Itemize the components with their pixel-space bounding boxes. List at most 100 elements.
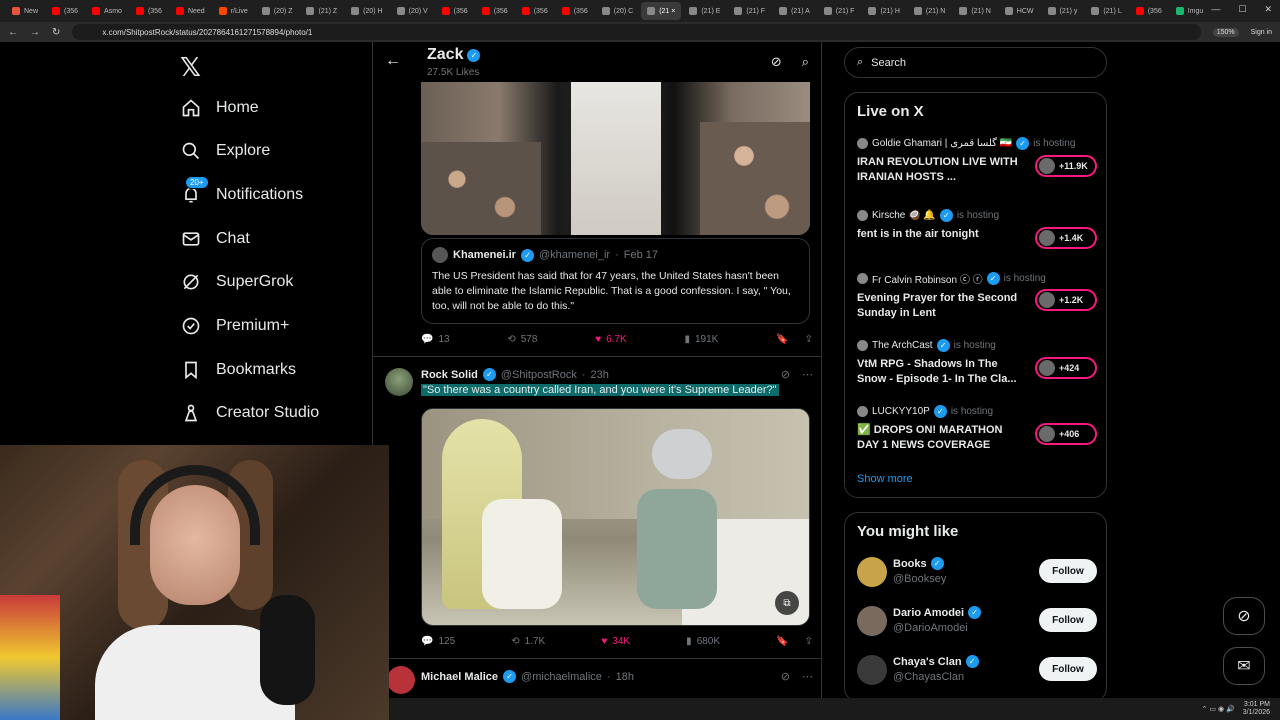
reply-button[interactable]: 💬 125 xyxy=(421,636,455,647)
browser-tab[interactable]: (21) H xyxy=(862,2,905,20)
live-listener-pill[interactable]: +11.9K xyxy=(1035,155,1097,177)
live-item[interactable]: LUCKYY10P ✓ is hosting ✅ DROPS ON! MARATHON… xyxy=(857,405,1097,453)
nav-item-chat[interactable]: Chat xyxy=(180,228,250,250)
author-name[interactable]: Michael Malice xyxy=(421,671,498,683)
browser-tab[interactable]: (356 xyxy=(436,2,474,20)
browser-tab[interactable]: (356 xyxy=(130,2,168,20)
browser-tab[interactable]: r/Live xyxy=(213,2,254,20)
browser-tab[interactable]: (20) C xyxy=(596,2,639,20)
browser-tab[interactable]: New xyxy=(6,2,44,20)
minimize-icon[interactable]: — xyxy=(1211,4,1220,15)
post-gif[interactable]: ⧉ xyxy=(421,408,810,626)
browser-tab[interactable]: (356 xyxy=(556,2,594,20)
nav-item-notifications[interactable]: 20+ Notifications xyxy=(180,176,303,206)
gif-icon[interactable]: ⧉ xyxy=(775,591,799,615)
reload-icon[interactable]: ↻ xyxy=(52,27,60,38)
post-time[interactable]: 18h xyxy=(616,671,634,683)
live-item[interactable]: The ArchCast ✓ is hosting VtM RPG - Shadows… xyxy=(857,339,1097,387)
nav-item-explore[interactable]: Explore xyxy=(180,140,270,162)
live-item[interactable]: Kirsche 🥥 🔔 ✓ is hosting fent is in the air… xyxy=(857,209,1097,249)
browser-tab[interactable]: (356 xyxy=(516,2,554,20)
browser-tab[interactable]: (20) H xyxy=(345,2,388,20)
browser-tab[interactable]: (21) Z xyxy=(300,2,343,20)
browser-tab[interactable]: HCW xyxy=(999,2,1040,20)
bookmark-icon[interactable]: 🔖 xyxy=(776,334,788,345)
browser-tab[interactable]: (356 xyxy=(476,2,514,20)
browser-tab[interactable]: (356 xyxy=(46,2,84,20)
browser-tab[interactable]: (20) V xyxy=(391,2,434,20)
tab-label: (21) Z xyxy=(318,7,338,15)
live-listener-pill[interactable]: +424 xyxy=(1035,357,1097,379)
back-icon[interactable]: ← xyxy=(8,27,18,38)
post-time[interactable]: 23h xyxy=(591,369,609,381)
address-bar[interactable]: x.com/ShitpostRock/status/20278641612715… xyxy=(72,24,1201,40)
share-icon[interactable]: ⇪ xyxy=(805,334,813,345)
like-button[interactable]: ♥ 6.7K xyxy=(595,334,627,345)
more-icon[interactable]: ⋯ xyxy=(802,368,813,381)
zoom-level[interactable]: 150% xyxy=(1212,27,1239,37)
search-icon[interactable]: ⌕ xyxy=(802,54,809,70)
browser-tab[interactable]: (21 × xyxy=(641,2,682,20)
maximize-icon[interactable]: ☐ xyxy=(1238,4,1246,15)
like-button[interactable]: ♥ 34K xyxy=(601,636,630,647)
browser-tab[interactable]: (21) L xyxy=(1085,2,1127,20)
grok-icon[interactable]: ⊘ xyxy=(781,368,790,381)
suggested-account[interactable]: Chaya's Clan ✓ @ChayasClan Follow xyxy=(857,653,1097,689)
repost-button[interactable]: ⟲ 578 xyxy=(507,334,537,345)
author-handle[interactable]: @ShitpostRock xyxy=(501,369,577,381)
follow-button[interactable]: Follow xyxy=(1039,657,1097,681)
browser-tab[interactable]: (21) N xyxy=(908,2,951,20)
browser-tab[interactable]: (21) y xyxy=(1042,2,1084,20)
browser-tab[interactable]: Asmo xyxy=(86,2,128,20)
follow-button[interactable]: Follow xyxy=(1039,608,1097,632)
bookmark-icon[interactable]: 🔖 xyxy=(776,636,788,647)
author-name[interactable]: Rock Solid xyxy=(421,369,478,381)
suggested-account[interactable]: Books ✓ @Booksey Follow xyxy=(857,555,1097,591)
back-arrow-icon[interactable]: ← xyxy=(385,52,401,70)
avatar[interactable] xyxy=(385,368,413,396)
nav-item-premium[interactable]: Premium+ xyxy=(180,315,289,337)
more-icon[interactable]: ⋯ xyxy=(802,670,813,683)
close-icon[interactable]: ✕ xyxy=(1264,4,1272,15)
live-item[interactable]: Goldie Ghamari | گلسا قمری 🇮🇷 ✓ is hosting… xyxy=(857,137,1097,185)
forward-icon[interactable]: → xyxy=(30,27,40,38)
grok-icon[interactable]: ⊘ xyxy=(781,670,790,683)
quoted-post[interactable]: Khamenei.ir ✓ @khamenei_ir · Feb 17 The … xyxy=(421,238,810,324)
grok-icon[interactable]: ⊘ xyxy=(771,54,782,70)
post-image[interactable] xyxy=(421,82,810,235)
share-icon[interactable]: ⇪ xyxy=(805,636,813,647)
views-button[interactable]: ▮ 680K xyxy=(686,636,720,647)
browser-tab[interactable]: (21) F xyxy=(818,2,861,20)
live-item[interactable]: Fr Calvin Robinson ⓒ ⓡ ✓ is hosting Evening… xyxy=(857,271,1097,321)
browser-tab[interactable]: (21) A xyxy=(773,2,816,20)
live-listener-pill[interactable]: +406 xyxy=(1035,423,1097,445)
nav-item-home[interactable]: Home xyxy=(180,97,259,119)
nav-item-bookmarks[interactable]: Bookmarks xyxy=(180,359,296,381)
live-listener-pill[interactable]: +1.2K xyxy=(1035,289,1097,311)
repost-button[interactable]: ⟲ 1.7K xyxy=(511,636,545,647)
reply-button[interactable]: 💬 13 xyxy=(421,334,450,345)
author-handle[interactable]: @michaelmalice xyxy=(521,671,602,683)
browser-tab[interactable]: (21) E xyxy=(683,2,726,20)
messages-fab-icon[interactable]: ✉ xyxy=(1223,647,1265,685)
nav-item-creator-studio[interactable]: Creator Studio xyxy=(180,402,319,424)
sign-in-button[interactable]: Sign in xyxy=(1251,29,1272,36)
browser-tab[interactable]: Imgu xyxy=(1170,2,1210,20)
nav-item-supergrok[interactable]: SuperGrok xyxy=(180,271,293,293)
browser-tab[interactable]: (20) Z xyxy=(256,2,299,20)
live-listener-pill[interactable]: +1.4K xyxy=(1035,227,1097,249)
system-clock[interactable]: 3:01 PM 3/1/2026 xyxy=(1243,701,1270,717)
views-button[interactable]: ▮ 191K xyxy=(684,334,718,345)
browser-tab[interactable]: (356 xyxy=(1130,2,1168,20)
browser-tab[interactable]: Need xyxy=(170,2,211,20)
x-logo-icon[interactable]: 𝕏 xyxy=(180,52,201,83)
follow-button[interactable]: Follow xyxy=(1039,559,1097,583)
browser-tab[interactable]: (21) N xyxy=(953,2,996,20)
search-input[interactable]: ⌕ Search xyxy=(844,47,1107,78)
browser-tab[interactable]: (21) F xyxy=(728,2,771,20)
avatar[interactable] xyxy=(387,666,415,694)
show-more-link[interactable]: Show more xyxy=(857,473,913,485)
suggested-account[interactable]: Dario Amodei ✓ @DarioAmodei Follow xyxy=(857,604,1097,640)
grok-fab-icon[interactable]: ⊘ xyxy=(1223,597,1265,635)
tray-icons[interactable]: ⌃ ▭ ◉ 🔊 xyxy=(1202,705,1235,713)
